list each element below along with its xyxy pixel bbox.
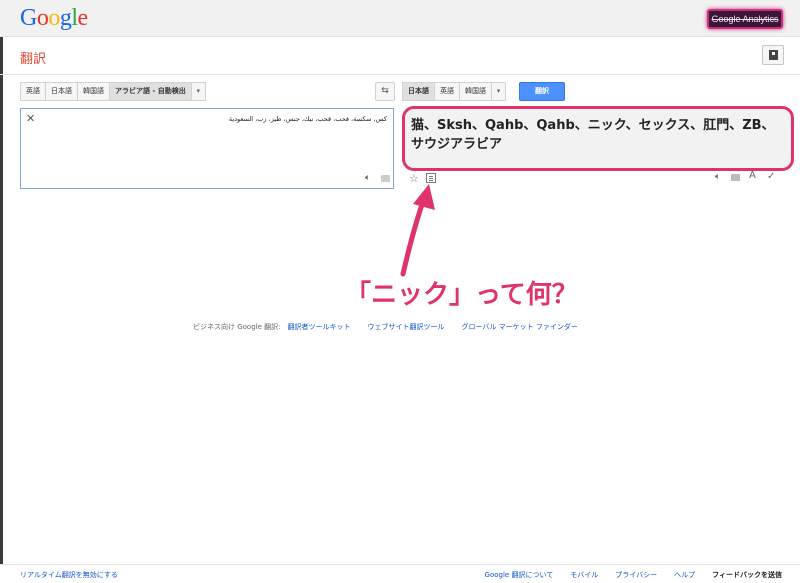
target-lang-english[interactable]: 英語 <box>435 82 460 101</box>
top-bar: Google Google Analytics <box>0 0 800 37</box>
help-link[interactable]: ヘルプ <box>674 570 695 580</box>
about-link[interactable]: Google 翻訳について <box>485 570 554 580</box>
annotation-arrow <box>400 184 435 277</box>
disable-realtime-link[interactable]: リアルタイム翻訳を無効にする <box>20 570 118 580</box>
source-lang-english[interactable]: 英語 <box>20 82 46 101</box>
result-text[interactable]: 猫、Sksh、Qahb、Qahb、ニック、セックス、肛門、ZB、サウジアラビア <box>411 116 783 154</box>
source-lang-korean[interactable]: 韓国語 <box>78 82 110 101</box>
icon-line <box>429 176 433 177</box>
logo-letter: o <box>48 5 60 31</box>
chevron-down-icon: ▾ <box>496 87 501 95</box>
mobile-link[interactable]: モバイル <box>570 570 598 580</box>
source-lang-dropdown[interactable]: ▾ <box>191 82 206 101</box>
source-textarea[interactable]: ✕ كس، سكسة، قحب، قحب، نيك، جنس، طيز، زب،… <box>20 108 394 189</box>
footer-links: Google 翻訳について モバイル プライバシー ヘルプ フィードバックを送信 <box>468 570 782 580</box>
source-lang-arabic-detected[interactable]: アラビア語 - 自動検出 <box>110 82 192 101</box>
website-translator-link[interactable]: ウェブサイト翻訳ツール <box>368 322 445 332</box>
target-language-bar: 日本語 英語 韓国語 ▾ <box>402 82 506 101</box>
annotation-caption: 「ニック」って何？ <box>345 280 578 310</box>
send-feedback-link[interactable]: フィードバックを送信 <box>712 570 782 580</box>
swap-arrows-icon: ⇆ <box>381 86 389 96</box>
check-icon[interactable]: ✓ <box>767 171 775 182</box>
translator-toolkit-link[interactable]: 翻訳者ツールキット <box>288 322 351 332</box>
logo-letter: G <box>20 5 37 31</box>
font-icon[interactable]: Ă <box>749 170 756 181</box>
target-lang-japanese[interactable]: 日本語 <box>402 82 435 101</box>
global-market-finder-link[interactable]: グローバル マーケット ファインダー <box>462 322 578 332</box>
logo-letter: o <box>36 5 49 31</box>
title-row: 翻訳 <box>0 37 800 75</box>
page-title: 翻訳 <box>20 51 47 66</box>
business-label: ビジネス向け Google 翻訳: <box>193 323 281 331</box>
source-lang-japanese[interactable]: 日本語 <box>46 82 78 101</box>
phrasebook-button[interactable] <box>762 45 784 65</box>
google-analytics-badge[interactable]: Google Analytics <box>707 9 783 29</box>
translate-button[interactable]: 翻訳 <box>519 82 565 101</box>
close-icon[interactable]: ✕ <box>26 112 35 125</box>
speaker-icon[interactable]: 🔈︎ <box>715 172 720 182</box>
virtual-keyboard-icon[interactable] <box>381 175 390 182</box>
translation-result: 猫、Sksh、Qahb、Qahb、ニック、セックス、肛門、ZB、サウジアラビア <box>402 106 794 171</box>
target-lang-korean[interactable]: 韓国語 <box>460 82 492 101</box>
logo-letter: e <box>77 5 89 31</box>
swap-languages-button[interactable]: ⇆ <box>375 82 395 101</box>
target-lang-dropdown[interactable]: ▾ <box>492 82 506 101</box>
footer: リアルタイム翻訳を無効にする Google 翻訳について モバイル プライバシー… <box>0 564 800 583</box>
google-logo[interactable]: Google <box>20 5 88 32</box>
business-tools-row: ビジネス向け Google 翻訳: 翻訳者ツールキット ウェブサイト翻訳ツール … <box>193 322 595 332</box>
privacy-link[interactable]: プライバシー <box>615 570 657 580</box>
logo-letter: g <box>59 5 72 31</box>
source-text[interactable]: كس، سكسة، قحب، قحب، نيك، جنس، طيز، زب، ا… <box>229 115 387 123</box>
chevron-down-icon: ▾ <box>196 87 201 95</box>
chat-bubble-icon[interactable] <box>731 174 740 181</box>
source-language-bar: 英語 日本語 韓国語 アラビア語 - 自動検出 ▾ <box>20 82 206 101</box>
phrasebook-icon <box>769 50 778 60</box>
window-edge <box>0 0 3 583</box>
speaker-icon[interactable]: 🔈︎ <box>365 173 370 183</box>
